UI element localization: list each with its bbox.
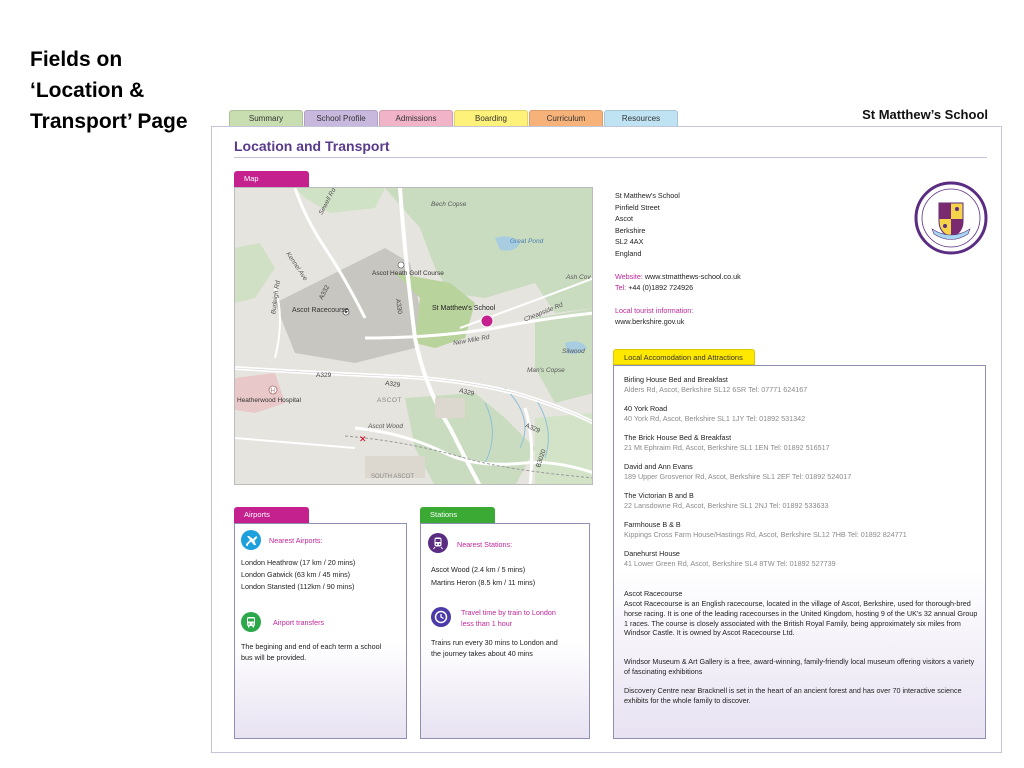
stations-panel bbox=[420, 523, 590, 739]
page-title: Location and Transport bbox=[234, 138, 390, 154]
map-label-racecourse: Ascot Racecourse bbox=[292, 307, 349, 314]
bus-icon bbox=[241, 612, 261, 632]
school-address: St Matthew's School Pinfield Street Asco… bbox=[615, 190, 741, 328]
map-label-bech-copse: Bech Copse bbox=[431, 201, 467, 208]
accommodation-name: Birling House Bed and Breakfast bbox=[624, 375, 728, 384]
accommodation-detail: 41 Lower Green Rd, Ascot, Berkshire SL4 … bbox=[624, 558, 836, 568]
airport-transfers-label: Airport transfers bbox=[273, 618, 325, 627]
tab-resources[interactable]: Resources bbox=[604, 110, 678, 126]
website-link[interactable]: www.stmatthews-school.co.uk bbox=[645, 272, 741, 281]
station-item: Martins Heron (8.5 km / 11 mins) bbox=[431, 578, 536, 587]
map-label-a329-west: A329 bbox=[316, 372, 332, 379]
airport-transfers-text: The begining and end of each term a scho… bbox=[241, 642, 382, 651]
section-tabs: Summary School Profile Admissions Boardi… bbox=[229, 110, 679, 126]
tab-curriculum[interactable]: Curriculum bbox=[529, 110, 603, 126]
slide-title: Fields on ‘Location & Transport’ Page bbox=[30, 48, 188, 133]
train-icon bbox=[428, 533, 448, 553]
location-map[interactable]: ✕ H Bech Copse Great Pond Ascot Heath Go… bbox=[234, 187, 593, 485]
heading-divider bbox=[234, 157, 987, 158]
station-item: Ascot Wood (2.4 km / 5 mins) bbox=[431, 565, 526, 574]
tab-boarding[interactable]: Boarding bbox=[454, 110, 528, 126]
airports-tab: Airports bbox=[234, 507, 309, 523]
tab-admissions[interactable]: Admissions bbox=[379, 110, 453, 126]
travel-time-label: Travel time by train to London bbox=[461, 608, 556, 617]
tourist-info-link[interactable]: www.berkshire.gov.uk bbox=[615, 316, 741, 328]
accommodation-item: The Victorian B and B 22 Lansdowne Rd, A… bbox=[624, 491, 828, 511]
address-line: St Matthew's School bbox=[615, 191, 680, 200]
accommodation-detail: 22 Lansdowne Rd, Ascot, Berkshire SL1 2N… bbox=[624, 500, 829, 510]
airport-item: London Gatwick (63 km / 45 mins) bbox=[241, 570, 351, 579]
accommodation-detail: 21 Mt Ephraim Rd, Ascot, Berkshire SL1 1… bbox=[624, 442, 830, 452]
map-label-ascot: ASCOT bbox=[377, 397, 402, 404]
airport-item: London Heathrow (17 km / 20 mins) bbox=[241, 558, 356, 567]
accommodation-item: Farmhouse B & B Kippings Cross Farm Hous… bbox=[624, 520, 907, 540]
tel-value[interactable]: +44 (0)1892 724926 bbox=[628, 283, 693, 292]
address-line: Pinfield Street bbox=[615, 202, 660, 212]
accommodation-name: 40 York Road bbox=[624, 404, 668, 413]
travel-time-text: the journey takes about 40 mins bbox=[431, 649, 533, 658]
racecourse-title: Ascot Racecourse bbox=[624, 589, 683, 598]
map-label-mans-copse: Man's Copse bbox=[527, 367, 565, 374]
map-label-ascot-wood: Ascot Wood bbox=[368, 423, 404, 430]
accommodation-name: The Victorian B and B bbox=[624, 491, 694, 500]
website-label: Website: bbox=[615, 271, 643, 281]
accommodation-detail: Alders Rd, Ascot, Berkshire SL12 6SR Tel… bbox=[624, 384, 808, 394]
map-label-silwood: Silwood bbox=[562, 348, 585, 355]
travel-time-label: less than 1 hour bbox=[461, 619, 513, 628]
map-label-ash-cov: Ash Cov bbox=[566, 274, 591, 281]
nearest-airports-label: Nearest Airports: bbox=[269, 536, 323, 545]
tab-school-profile[interactable]: School Profile bbox=[304, 110, 378, 126]
clock-icon bbox=[431, 607, 451, 627]
stations-tab: Stations bbox=[420, 507, 495, 523]
accommodation-item: Danehurst House 41 Lower Green Rd, Ascot… bbox=[624, 549, 836, 569]
accommodation-name: Danehurst House bbox=[624, 549, 680, 558]
map-graphic: ✕ H bbox=[235, 188, 592, 484]
accommodation-name: David and Ann Evans bbox=[624, 462, 693, 471]
map-marker-label: St Matthew's School bbox=[432, 305, 496, 312]
map-label-golf-course: Ascot Heath Golf Course bbox=[372, 270, 444, 277]
map-tab: Map bbox=[234, 171, 309, 187]
school-crest-logo bbox=[914, 181, 988, 255]
discovery-centre-description: Discovery Centre near Bracknell is set i… bbox=[624, 686, 962, 705]
address-line: England bbox=[615, 248, 642, 258]
tab-summary[interactable]: Summary bbox=[229, 110, 303, 126]
map-label-south-ascot: SOUTH ASCOT bbox=[371, 474, 415, 480]
accommodation-item: 40 York Road 40 York Rd, Ascot, Berkshir… bbox=[624, 404, 805, 424]
airplane-icon bbox=[241, 530, 261, 550]
address-line: Berkshire bbox=[615, 225, 646, 235]
accommodation-detail: 40 York Rd, Ascot, Berkshire SL1 1JY Tel… bbox=[624, 413, 806, 423]
tourist-info-label: Local tourist information: bbox=[615, 305, 694, 315]
address-line: SL2 4AX bbox=[615, 237, 644, 247]
map-label-heatherwood: Heatherwood Hospital bbox=[237, 397, 301, 404]
school-name: St Matthew’s School bbox=[862, 107, 988, 122]
accommodation-detail: Kippings Cross Farm House/Hastings Rd, A… bbox=[624, 529, 907, 539]
tel-label: Tel: bbox=[615, 283, 627, 293]
museum-description: Windsor Museum & Art Gallery is a free, … bbox=[624, 657, 975, 676]
airport-transfers-text: bus will be provided. bbox=[241, 653, 307, 662]
accommodation-name: Farmhouse B & B bbox=[624, 520, 681, 529]
accommodation-detail: 189 Upper Grosvenor Rd, Ascot, Berkshire… bbox=[624, 471, 852, 481]
accommodation-item: The Brick House Bed & Breakfast 21 Mt Ep… bbox=[624, 433, 830, 453]
airport-item: London Stansted (112km / 90 mins) bbox=[241, 582, 355, 591]
accommodation-name: The Brick House Bed & Breakfast bbox=[624, 433, 732, 442]
map-label-great-pond: Great Pond bbox=[510, 238, 544, 245]
address-line: Ascot bbox=[615, 214, 633, 224]
accommodation-item: Birling House Bed and Breakfast Alders R… bbox=[624, 375, 807, 395]
racecourse-description: Ascot Racecourse is an English racecours… bbox=[624, 599, 978, 638]
accommodation-item: David and Ann Evans 189 Upper Grosvenor … bbox=[624, 462, 851, 482]
nearest-stations-label: Nearest Stations: bbox=[457, 540, 513, 549]
svg-text:✕: ✕ bbox=[359, 435, 367, 445]
accommodation-tab: Local Accomodation and Attractions bbox=[613, 349, 755, 365]
travel-time-text: Trains run every 30 mins to London and bbox=[431, 638, 558, 647]
svg-text:H: H bbox=[271, 389, 275, 395]
